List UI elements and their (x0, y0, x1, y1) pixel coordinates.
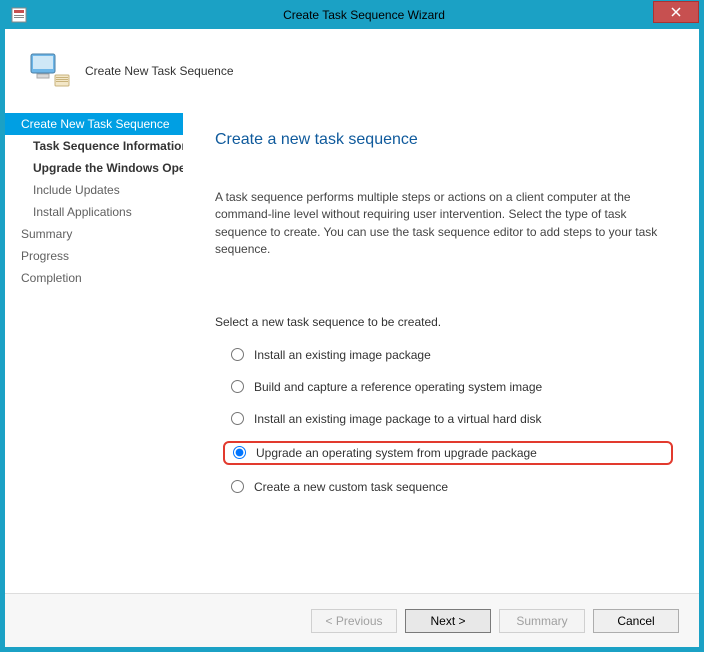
sidebar-step[interactable]: Include Updates (5, 179, 183, 201)
sidebar-step[interactable]: Completion (5, 267, 183, 289)
window-title: Create Task Sequence Wizard (29, 8, 699, 22)
computer-icon (27, 49, 71, 93)
task-option[interactable]: Create a new custom task sequence (223, 477, 673, 497)
sidebar: Create New Task SequenceTask Sequence In… (5, 113, 183, 583)
header: Create New Task Sequence (5, 29, 699, 99)
sidebar-step[interactable]: Upgrade the Windows Operating System (5, 157, 183, 179)
close-button[interactable] (653, 1, 699, 23)
sidebar-step[interactable]: Progress (5, 245, 183, 267)
task-option-radio[interactable] (231, 380, 244, 393)
option-list: Install an existing image package Build a… (215, 345, 673, 497)
task-option-radio[interactable] (231, 412, 244, 425)
task-option-label: Upgrade an operating system from upgrade… (256, 446, 537, 460)
description-text: A task sequence performs multiple steps … (215, 189, 673, 259)
sidebar-step[interactable]: Install Applications (5, 201, 183, 223)
step-list: Create New Task SequenceTask Sequence In… (5, 113, 183, 289)
task-option[interactable]: Upgrade an operating system from upgrade… (223, 441, 673, 465)
task-option-radio[interactable] (231, 480, 244, 493)
content: Create New Task Sequence Create New Task… (5, 29, 699, 647)
main-panel: Create a new task sequence A task sequen… (183, 113, 699, 583)
task-option-radio[interactable] (231, 348, 244, 361)
body: Create New Task SequenceTask Sequence In… (5, 113, 699, 583)
task-option-label: Build and capture a reference operating … (254, 380, 542, 394)
previous-button[interactable]: < Previous (311, 609, 397, 633)
task-option[interactable]: Build and capture a reference operating … (223, 377, 673, 397)
task-option-label: Install an existing image package (254, 348, 431, 362)
sidebar-step[interactable]: Summary (5, 223, 183, 245)
summary-button[interactable]: Summary (499, 609, 585, 633)
titlebar[interactable]: Create Task Sequence Wizard (5, 1, 699, 29)
task-option[interactable]: Install an existing image package to a v… (223, 409, 673, 429)
header-subtitle: Create New Task Sequence (85, 64, 234, 78)
wizard-window: Create Task Sequence Wizard Create New T… (4, 0, 700, 648)
sidebar-step[interactable]: Task Sequence Information (5, 135, 183, 157)
footer: < Previous Next > Summary Cancel (5, 593, 699, 647)
next-button[interactable]: Next > (405, 609, 491, 633)
app-icon (9, 5, 29, 25)
task-option-radio[interactable] (233, 446, 246, 459)
cancel-button[interactable]: Cancel (593, 609, 679, 633)
task-option-label: Create a new custom task sequence (254, 480, 448, 494)
task-option-label: Install an existing image package to a v… (254, 412, 542, 426)
sidebar-step[interactable]: Create New Task Sequence (5, 113, 183, 135)
page-heading: Create a new task sequence (215, 131, 673, 149)
select-label: Select a new task sequence to be created… (215, 315, 673, 329)
task-option[interactable]: Install an existing image package (223, 345, 673, 365)
